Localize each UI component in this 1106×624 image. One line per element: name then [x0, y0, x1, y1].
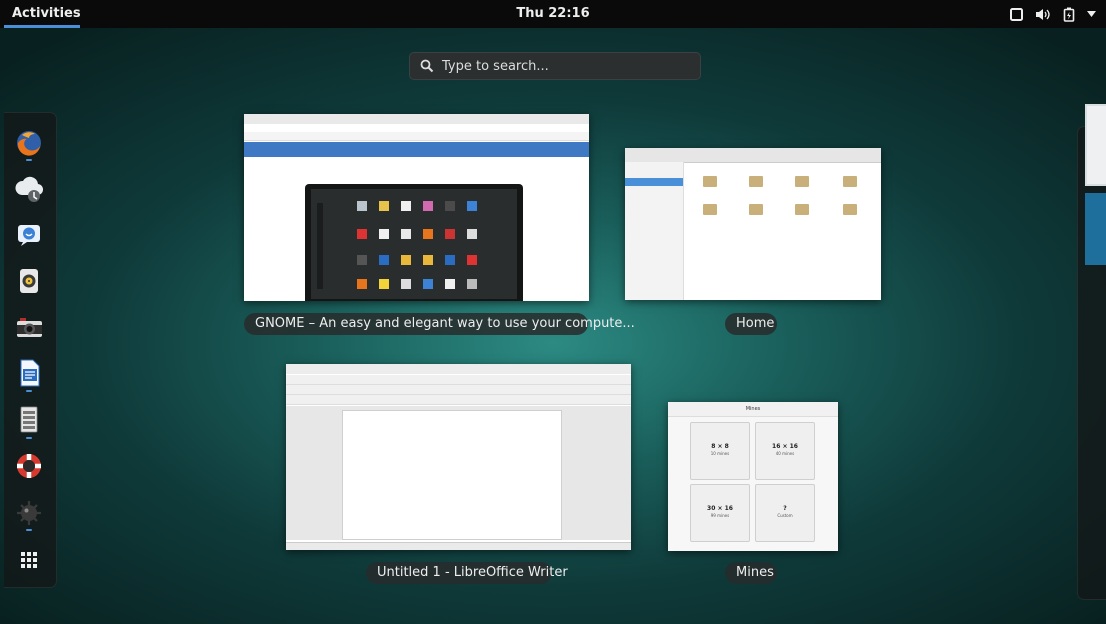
- running-indicator: [26, 159, 32, 161]
- workspace-thumbnail-active[interactable]: [1085, 104, 1106, 186]
- show-applications-button[interactable]: [12, 543, 46, 577]
- search-entry[interactable]: Type to search...: [409, 52, 701, 80]
- folder-icon: [703, 204, 717, 215]
- files-sidebar-selected: [625, 178, 683, 186]
- folder-icon: [843, 176, 857, 187]
- window-preview-firefox[interactable]: [244, 114, 589, 301]
- dash-help[interactable]: [12, 449, 46, 483]
- mines-option-custom: ? Custom: [755, 484, 815, 542]
- folder-icon: [749, 176, 763, 187]
- window-icon[interactable]: [1010, 7, 1023, 21]
- firefox-icon: [17, 131, 41, 156]
- software-updates-icon: [15, 176, 44, 202]
- volume-icon[interactable]: [1035, 8, 1051, 21]
- running-indicator: [26, 529, 32, 531]
- folder-icon: [795, 176, 809, 187]
- laptop-screenshot: [305, 184, 523, 301]
- writer-icon: [20, 359, 40, 387]
- mines-option-small: 8 × 8 10 mines: [690, 422, 750, 480]
- dash-camera[interactable]: [12, 311, 46, 345]
- chevron-down-icon[interactable]: [1087, 11, 1096, 17]
- mines-icon: [17, 501, 41, 525]
- camera-icon: [17, 318, 42, 337]
- top-bar: Activities Thu 22:16: [0, 0, 1106, 28]
- files-headerbar: [625, 148, 881, 163]
- running-indicator: [26, 437, 32, 439]
- dash-rhythmbox[interactable]: [12, 264, 46, 298]
- writer-format-toolbar: [286, 385, 631, 395]
- search-placeholder: Type to search...: [442, 58, 549, 74]
- dash: [4, 112, 57, 588]
- window-caption-writer[interactable]: Untitled 1 - LibreOffice Writer: [366, 562, 568, 584]
- mines-option-size: 8 × 8: [711, 443, 729, 450]
- dash-mines[interactable]: [12, 495, 46, 529]
- writer-workspace: [286, 406, 631, 540]
- system-tray[interactable]: [1010, 0, 1096, 28]
- browser-urlbar: [244, 132, 589, 141]
- dash-files[interactable]: [12, 403, 46, 437]
- mines-option-size: 30 × 16: [707, 505, 733, 512]
- chat-icon: [18, 225, 40, 246]
- browser-site-nav: [244, 142, 589, 157]
- laptop-screen: [311, 189, 517, 299]
- workspace-thumbnail[interactable]: [1085, 193, 1106, 265]
- dash-software-updates[interactable]: [12, 173, 46, 207]
- folder-icon: [749, 204, 763, 215]
- mines-option-count: 10 mines: [710, 451, 730, 456]
- folder-icon: [843, 204, 857, 215]
- writer-toolbar: [286, 375, 631, 385]
- running-indicator: [26, 390, 32, 392]
- mines-option-count: 40 mines: [775, 451, 795, 456]
- mines-option-size: ?: [783, 505, 787, 512]
- writer-page: [342, 410, 562, 540]
- window-caption-files[interactable]: Home: [725, 313, 777, 335]
- window-caption-mines[interactable]: Mines: [725, 562, 777, 584]
- search-icon: [420, 59, 434, 73]
- clock[interactable]: Thu 22:16: [0, 0, 1106, 28]
- browser-tabbar: [244, 114, 589, 124]
- dash-firefox[interactable]: [12, 126, 46, 160]
- mines-option-medium: 16 × 16 40 mines: [755, 422, 815, 480]
- help-icon: [17, 454, 41, 478]
- writer-menubar: [286, 364, 631, 374]
- writer-ruler: [286, 395, 631, 405]
- dash-libreoffice-writer[interactable]: [12, 356, 46, 390]
- mines-option-size: 16 × 16: [772, 443, 798, 450]
- window-preview-writer[interactable]: [286, 364, 631, 550]
- mines-option-large: 30 × 16 99 mines: [690, 484, 750, 542]
- window-preview-mines[interactable]: Mines 8 × 8 10 mines 16 × 16 40 mines 30…: [668, 402, 838, 551]
- folder-icon: [795, 204, 809, 215]
- battery-icon[interactable]: [1063, 7, 1075, 22]
- music-player-icon: [20, 269, 38, 293]
- dash-empathy[interactable]: [12, 218, 46, 252]
- mines-option-count: Custom: [777, 513, 793, 518]
- mines-option-count: 99 mines: [710, 513, 730, 518]
- window-preview-files[interactable]: [625, 148, 881, 300]
- show-applications-icon: [21, 552, 37, 568]
- writer-statusbar: [286, 542, 631, 550]
- window-caption-firefox[interactable]: GNOME – An easy and elegant way to use y…: [244, 313, 635, 335]
- mines-headerbar: Mines: [668, 402, 838, 417]
- folder-icon: [703, 176, 717, 187]
- files-icon: [20, 406, 38, 433]
- files-sidebar: [625, 162, 684, 300]
